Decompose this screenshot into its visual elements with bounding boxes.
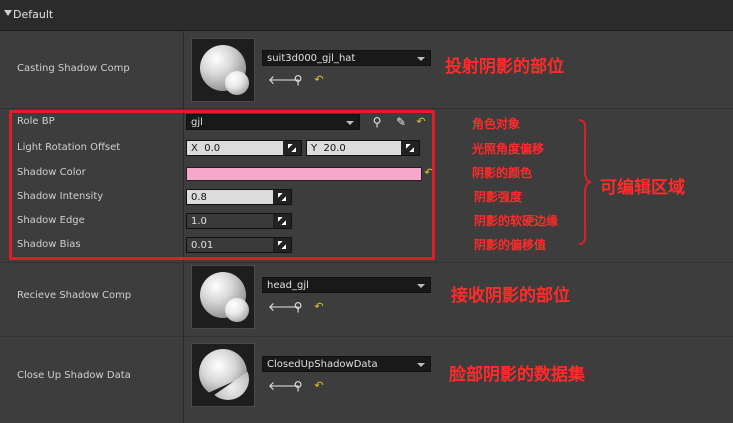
section-title: Default [13, 8, 54, 21]
reset-icon[interactable]: ↶ [312, 379, 326, 393]
annotation-closeup: 脸部阴影的数据集 [449, 365, 585, 385]
brace-icon [578, 119, 592, 245]
closeup-thumbnail[interactable] [191, 343, 255, 407]
reset-icon[interactable]: ↶ [312, 73, 326, 87]
back-arrow-icon[interactable]: 🡐 [268, 379, 300, 393]
casting-asset-value: suit3d000_gjl_hat [267, 53, 356, 64]
row-divider [0, 336, 733, 337]
annotation-casting: 投射阴影的部位 [445, 57, 564, 77]
annotation-receive: 接收阴影的部位 [451, 286, 570, 306]
receive-thumbnail[interactable] [191, 265, 255, 329]
chevron-down-icon [417, 284, 425, 288]
chevron-down-icon [417, 57, 425, 61]
back-arrow-icon[interactable]: 🡐 [268, 73, 300, 87]
back-arrow-icon[interactable]: 🡐 [268, 300, 300, 314]
closeup-asset-combo[interactable]: ClosedUpShadowData [262, 356, 431, 372]
annotation-editable: 可编辑区域 [600, 178, 685, 198]
chevron-down-icon [417, 363, 425, 367]
receive-asset-combo[interactable]: head_gjl [262, 277, 431, 293]
browse-icon[interactable]: ⚲ [291, 379, 305, 393]
reset-icon[interactable]: ↶ [312, 300, 326, 314]
close-up-shadow-data-label: Close Up Shadow Data [17, 370, 131, 381]
receive-asset-value: head_gjl [267, 280, 309, 291]
annotation-intensity: 阴影强度 [474, 190, 523, 204]
annotation-edge: 阴影的软硬边缘 [474, 214, 559, 228]
annotation-light: 光照角度偏移 [472, 142, 545, 156]
casting-asset-combo[interactable]: suit3d000_gjl_hat [262, 50, 431, 66]
casting-shadow-comp-label: Casting Shadow Comp [17, 63, 130, 74]
row-divider [0, 108, 733, 109]
row-divider [0, 262, 733, 263]
collapse-arrow-icon[interactable] [4, 10, 12, 16]
annotation-color: 阴影的颜色 [472, 166, 533, 180]
annotation-role: 角色对象 [472, 117, 521, 131]
closeup-asset-value: ClosedUpShadowData [267, 359, 378, 370]
annotation-bias: 阴影的偏移值 [474, 238, 547, 252]
editable-region-highlight [9, 110, 435, 260]
browse-icon[interactable]: ⚲ [291, 73, 305, 87]
recieve-shadow-comp-label: Recieve Shadow Comp [17, 290, 132, 301]
browse-icon[interactable]: ⚲ [291, 300, 305, 314]
section-header[interactable]: Default [0, 0, 733, 31]
casting-thumbnail[interactable] [191, 38, 255, 102]
